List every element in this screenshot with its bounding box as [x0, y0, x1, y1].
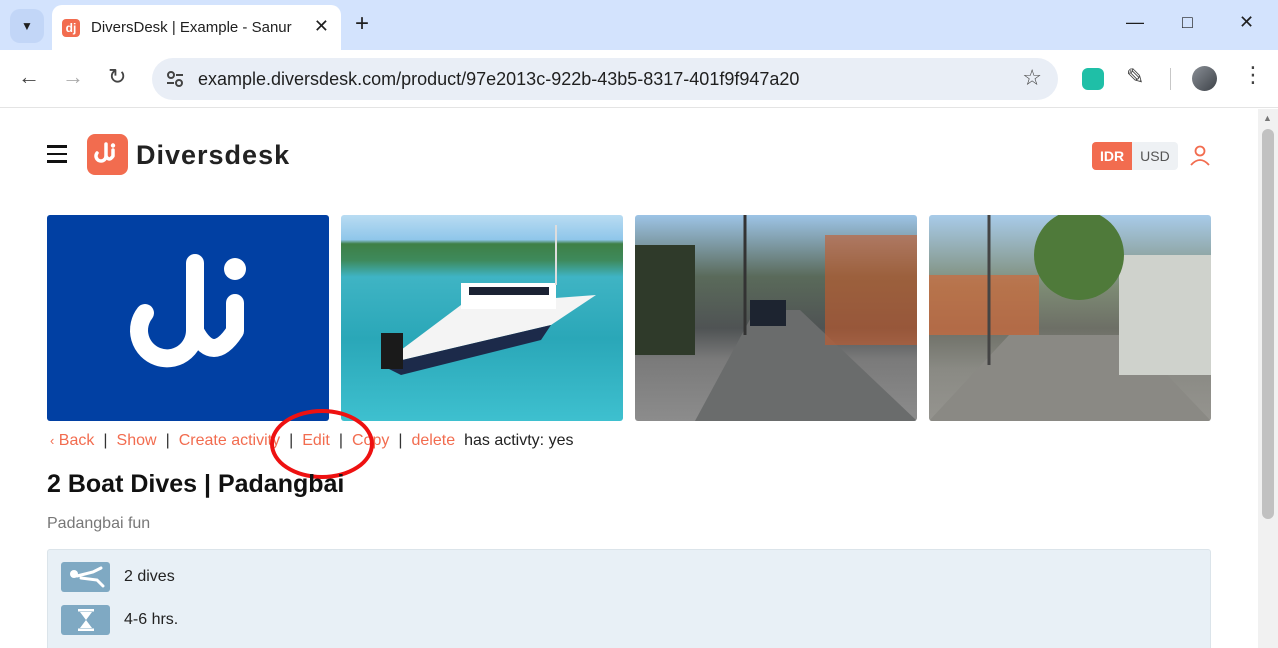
detail-row-dives: 2 dives [61, 562, 175, 592]
gallery-image-street-2[interactable] [929, 215, 1211, 421]
diversdesk-mark-icon [130, 254, 246, 368]
gallery-image-boat[interactable] [341, 215, 623, 421]
chevron-left-icon: ‹ [50, 433, 55, 448]
divider: | [398, 432, 403, 449]
close-window-icon[interactable]: ✕ [1239, 12, 1254, 33]
currency-switcher: IDR USD [1092, 142, 1178, 170]
brand-name[interactable]: Diversdesk [136, 140, 290, 171]
detail-text: 4-6 hrs. [124, 611, 179, 628]
url-text[interactable]: example.diversdesk.com/product/97e2013c-… [198, 69, 799, 90]
page-content: Diversdesk IDR USD ‹ Back | Show | Creat… [0, 109, 1258, 648]
hamburger-menu-icon[interactable] [47, 145, 67, 163]
gallery-image-street-1[interactable] [635, 215, 917, 421]
product-details-box: 2 dives 4-6 hrs. [47, 549, 1211, 648]
currency-idr-button[interactable]: IDR [1092, 142, 1133, 170]
bookmark-star-icon[interactable]: ☆ [1022, 65, 1042, 91]
divider: | [103, 432, 108, 449]
show-link[interactable]: Show [117, 432, 157, 450]
browser-tab[interactable]: dj DiversDesk | Example - Sanur ✕ [52, 5, 341, 50]
currency-usd-button[interactable]: USD [1132, 142, 1178, 170]
page-scrollbar[interactable]: ▲ [1258, 109, 1278, 648]
extension-icon[interactable] [1082, 68, 1104, 90]
diver-icon [61, 562, 110, 592]
forward-arrow-icon[interactable]: → [62, 65, 84, 89]
address-bar[interactable]: example.diversdesk.com/product/97e2013c-… [152, 58, 1058, 100]
product-title: 2 Boat Dives | Padangbai [47, 470, 345, 498]
scroll-up-icon[interactable]: ▲ [1263, 113, 1272, 123]
site-settings-icon[interactable] [164, 68, 186, 90]
hourglass-icon [61, 605, 110, 635]
gallery-image-logo[interactable] [47, 215, 329, 421]
scrollbar-thumb[interactable] [1262, 129, 1274, 519]
highlight-annotation [270, 409, 374, 479]
new-tab-icon[interactable]: + [355, 12, 369, 36]
detail-text: 2 dives [124, 568, 175, 585]
profile-avatar[interactable] [1192, 66, 1217, 91]
toolbar-divider [1170, 68, 1171, 90]
user-icon[interactable] [1188, 143, 1212, 167]
detail-row-duration: 4-6 hrs. [61, 605, 178, 635]
product-subtitle: Padangbai fun [47, 515, 151, 532]
activity-status: has activty: yes [464, 432, 574, 449]
close-tab-icon[interactable]: ✕ [314, 16, 329, 37]
create-activity-link[interactable]: Create activity [179, 432, 280, 450]
browser-tab-bar: ▼ dj DiversDesk | Example - Sanur ✕ + — … [0, 0, 1278, 50]
delete-link[interactable]: delete [412, 432, 456, 450]
back-link[interactable]: ‹ Back [50, 432, 94, 450]
favicon-icon: dj [62, 18, 80, 37]
maximize-icon[interactable]: □ [1182, 12, 1193, 33]
extensions-puzzle-icon[interactable]: ✎ [1126, 64, 1144, 90]
minimize-icon[interactable]: — [1126, 12, 1144, 33]
reload-icon[interactable]: ↻ [108, 65, 126, 89]
tab-search-button[interactable]: ▼ [10, 9, 44, 43]
more-menu-icon[interactable]: ⋮ [1242, 62, 1264, 88]
tab-title: DiversDesk | Example - Sanur [91, 19, 292, 36]
divider: | [165, 432, 170, 449]
back-arrow-icon[interactable]: ← [18, 65, 40, 89]
chevron-down-icon: ▼ [21, 19, 33, 33]
browser-toolbar: ← → ↻ example.diversdesk.com/product/97e… [0, 50, 1278, 108]
diversdesk-logo-icon[interactable] [87, 134, 128, 175]
